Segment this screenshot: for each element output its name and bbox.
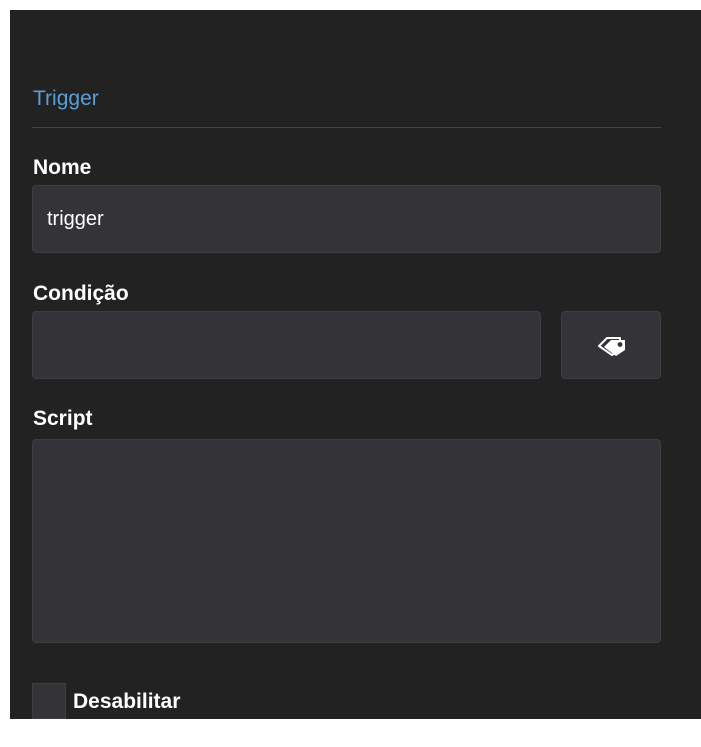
script-textarea[interactable] bbox=[32, 439, 661, 643]
section-title: Trigger bbox=[33, 87, 99, 110]
condicao-label: Condição bbox=[33, 282, 129, 305]
trigger-form-panel: Trigger Nome Condição Script Desabilitar bbox=[10, 10, 701, 719]
section-divider bbox=[32, 127, 661, 128]
desabilitar-label[interactable]: Desabilitar bbox=[73, 690, 180, 714]
condicao-input[interactable] bbox=[32, 311, 541, 379]
script-label: Script bbox=[33, 407, 93, 430]
nome-input[interactable] bbox=[32, 185, 661, 253]
tags-icon bbox=[598, 337, 625, 356]
nome-label: Nome bbox=[33, 156, 92, 179]
condition-tags-button[interactable] bbox=[561, 311, 661, 379]
desabilitar-checkbox[interactable] bbox=[32, 683, 66, 719]
